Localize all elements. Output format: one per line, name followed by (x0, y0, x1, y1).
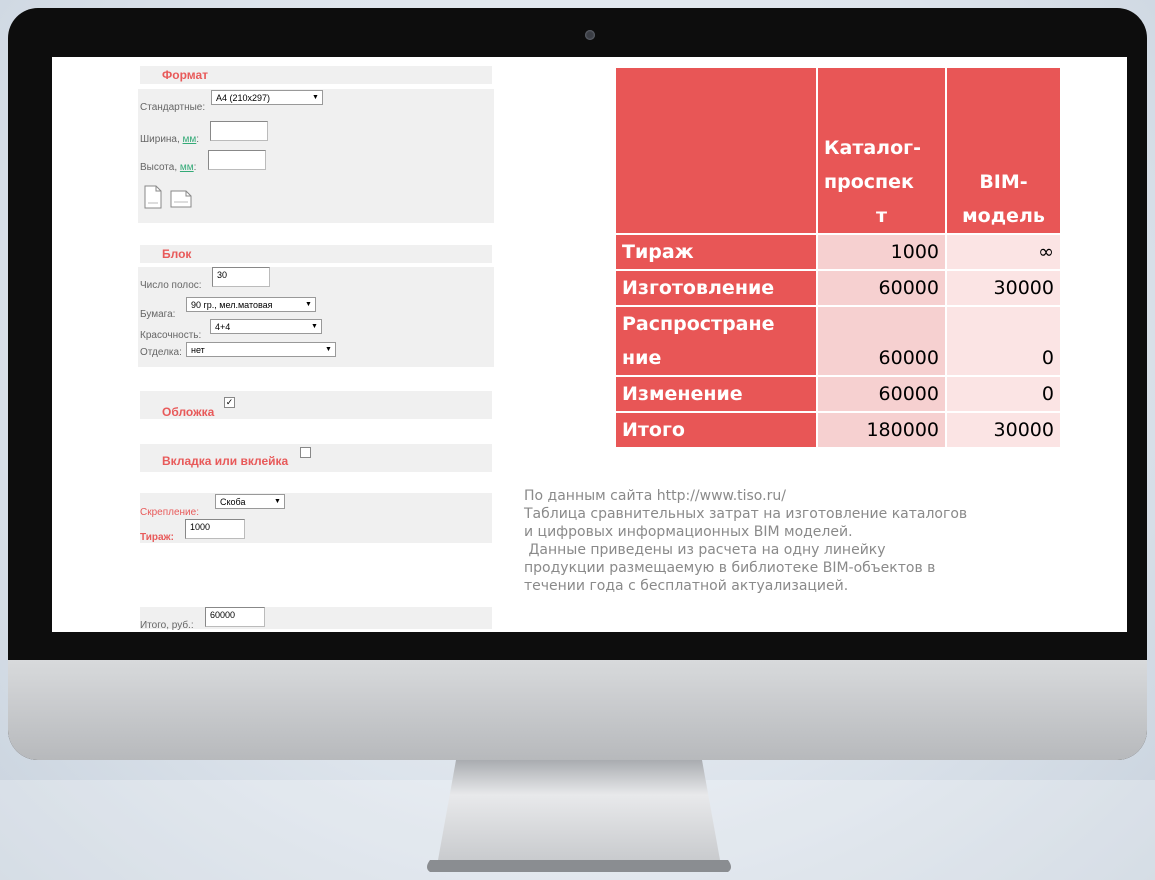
comparison-table: Каталог- проспек т BIM- модель Тираж 100… (614, 66, 1062, 449)
bim-value: 0 (947, 377, 1060, 411)
source-note: По данным сайта http://www.tiso.ru/ Табл… (524, 487, 1084, 595)
binding-select[interactable]: Скоба ▼ (215, 494, 285, 509)
total-input[interactable]: 60000 (205, 607, 265, 627)
paper-label: Бумага: (140, 309, 176, 320)
color-select[interactable]: 4+4 ▼ (210, 319, 322, 334)
bim-value: 0 (947, 307, 1060, 375)
catalog-value: 60000 (818, 307, 945, 375)
chevron-down-icon: ▼ (271, 495, 284, 508)
color-label: Красочность: (140, 330, 202, 341)
portrait-page-icon[interactable] (144, 185, 162, 209)
catalog-value: 60000 (818, 377, 945, 411)
finish-select[interactable]: нет ▼ (186, 342, 336, 357)
table-header-row: Каталог- проспек т BIM- модель (616, 68, 1060, 233)
table-row: Тираж 1000 ∞ (616, 235, 1060, 269)
monitor-stand (427, 760, 731, 872)
standard-label: Стандартные: (140, 102, 206, 113)
header-catalog: Каталог- проспек т (818, 68, 945, 233)
total-label: Итого, руб.: (140, 620, 194, 631)
catalog-value: 1000 (818, 235, 945, 269)
table-row: Итого 180000 30000 (616, 413, 1060, 447)
chevron-down-icon: ▼ (308, 320, 321, 333)
unit-link[interactable]: мм (180, 162, 194, 173)
bim-value: 30000 (947, 413, 1060, 447)
finish-label: Отделка: (140, 347, 182, 358)
monitor: Формат Стандартные: А4 (210х297) ▼ Ширин… (8, 8, 1147, 760)
height-label: Высота, мм: (140, 162, 197, 173)
bim-value: 30000 (947, 271, 1060, 305)
cover-title: Обложка (162, 405, 215, 419)
insert-checkbox[interactable] (300, 447, 311, 458)
chevron-down-icon: ▼ (309, 91, 322, 104)
run-input[interactable]: 1000 (185, 519, 245, 539)
note-line: продукции размещаемую в библиотеке BIM-о… (524, 560, 936, 576)
row-label: Тираж (616, 235, 816, 269)
block-section-header (140, 245, 492, 263)
table-row: Изготовление 60000 30000 (616, 271, 1060, 305)
cover-checkbox[interactable]: ✓ (224, 397, 235, 408)
note-line: По данным сайта http://www.tiso.ru/ (524, 488, 786, 504)
header-empty-cell (616, 68, 816, 233)
row-label: Изготовление (616, 271, 816, 305)
height-input[interactable] (208, 150, 266, 170)
width-input[interactable] (210, 121, 268, 141)
catalog-value: 60000 (818, 271, 945, 305)
pages-input[interactable]: 30 (212, 267, 270, 287)
width-label: Ширина, мм: (140, 134, 200, 145)
catalog-value: 180000 (818, 413, 945, 447)
row-label: Распростране ние (616, 307, 816, 375)
format-title: Формат (162, 68, 209, 82)
header-bim: BIM- модель (947, 68, 1060, 233)
note-line: течении года с бесплатной актуализацией. (524, 578, 849, 594)
standard-format-select[interactable]: А4 (210х297) ▼ (211, 90, 323, 105)
pages-label: Число полос: (140, 280, 202, 291)
unit-link[interactable]: мм (183, 134, 197, 145)
chevron-down-icon: ▼ (302, 298, 315, 311)
row-label: Изменение (616, 377, 816, 411)
run-label: Тираж: (140, 532, 174, 543)
table-row: Распростране ние 60000 0 (616, 307, 1060, 375)
camera-icon (585, 30, 595, 40)
note-line: Таблица сравнительных затрат на изготовл… (524, 506, 968, 522)
note-line: Данные приведены из расчета на одну лине… (524, 542, 886, 558)
insert-title: Вкладка или вклейка (162, 454, 289, 468)
monitor-chin (8, 660, 1147, 760)
binding-label: Скрепление: (140, 507, 199, 518)
landscape-page-icon[interactable] (170, 190, 192, 208)
block-title: Блок (162, 247, 192, 261)
row-label: Итого (616, 413, 816, 447)
paper-select[interactable]: 90 гр., мел.матовая ▼ (186, 297, 316, 312)
screen: Формат Стандартные: А4 (210х297) ▼ Ширин… (52, 57, 1127, 632)
chevron-down-icon: ▼ (322, 343, 335, 356)
bim-value: ∞ (947, 235, 1060, 269)
table-row: Изменение 60000 0 (616, 377, 1060, 411)
note-line: и цифровых информационных BIM моделей. (524, 524, 853, 540)
